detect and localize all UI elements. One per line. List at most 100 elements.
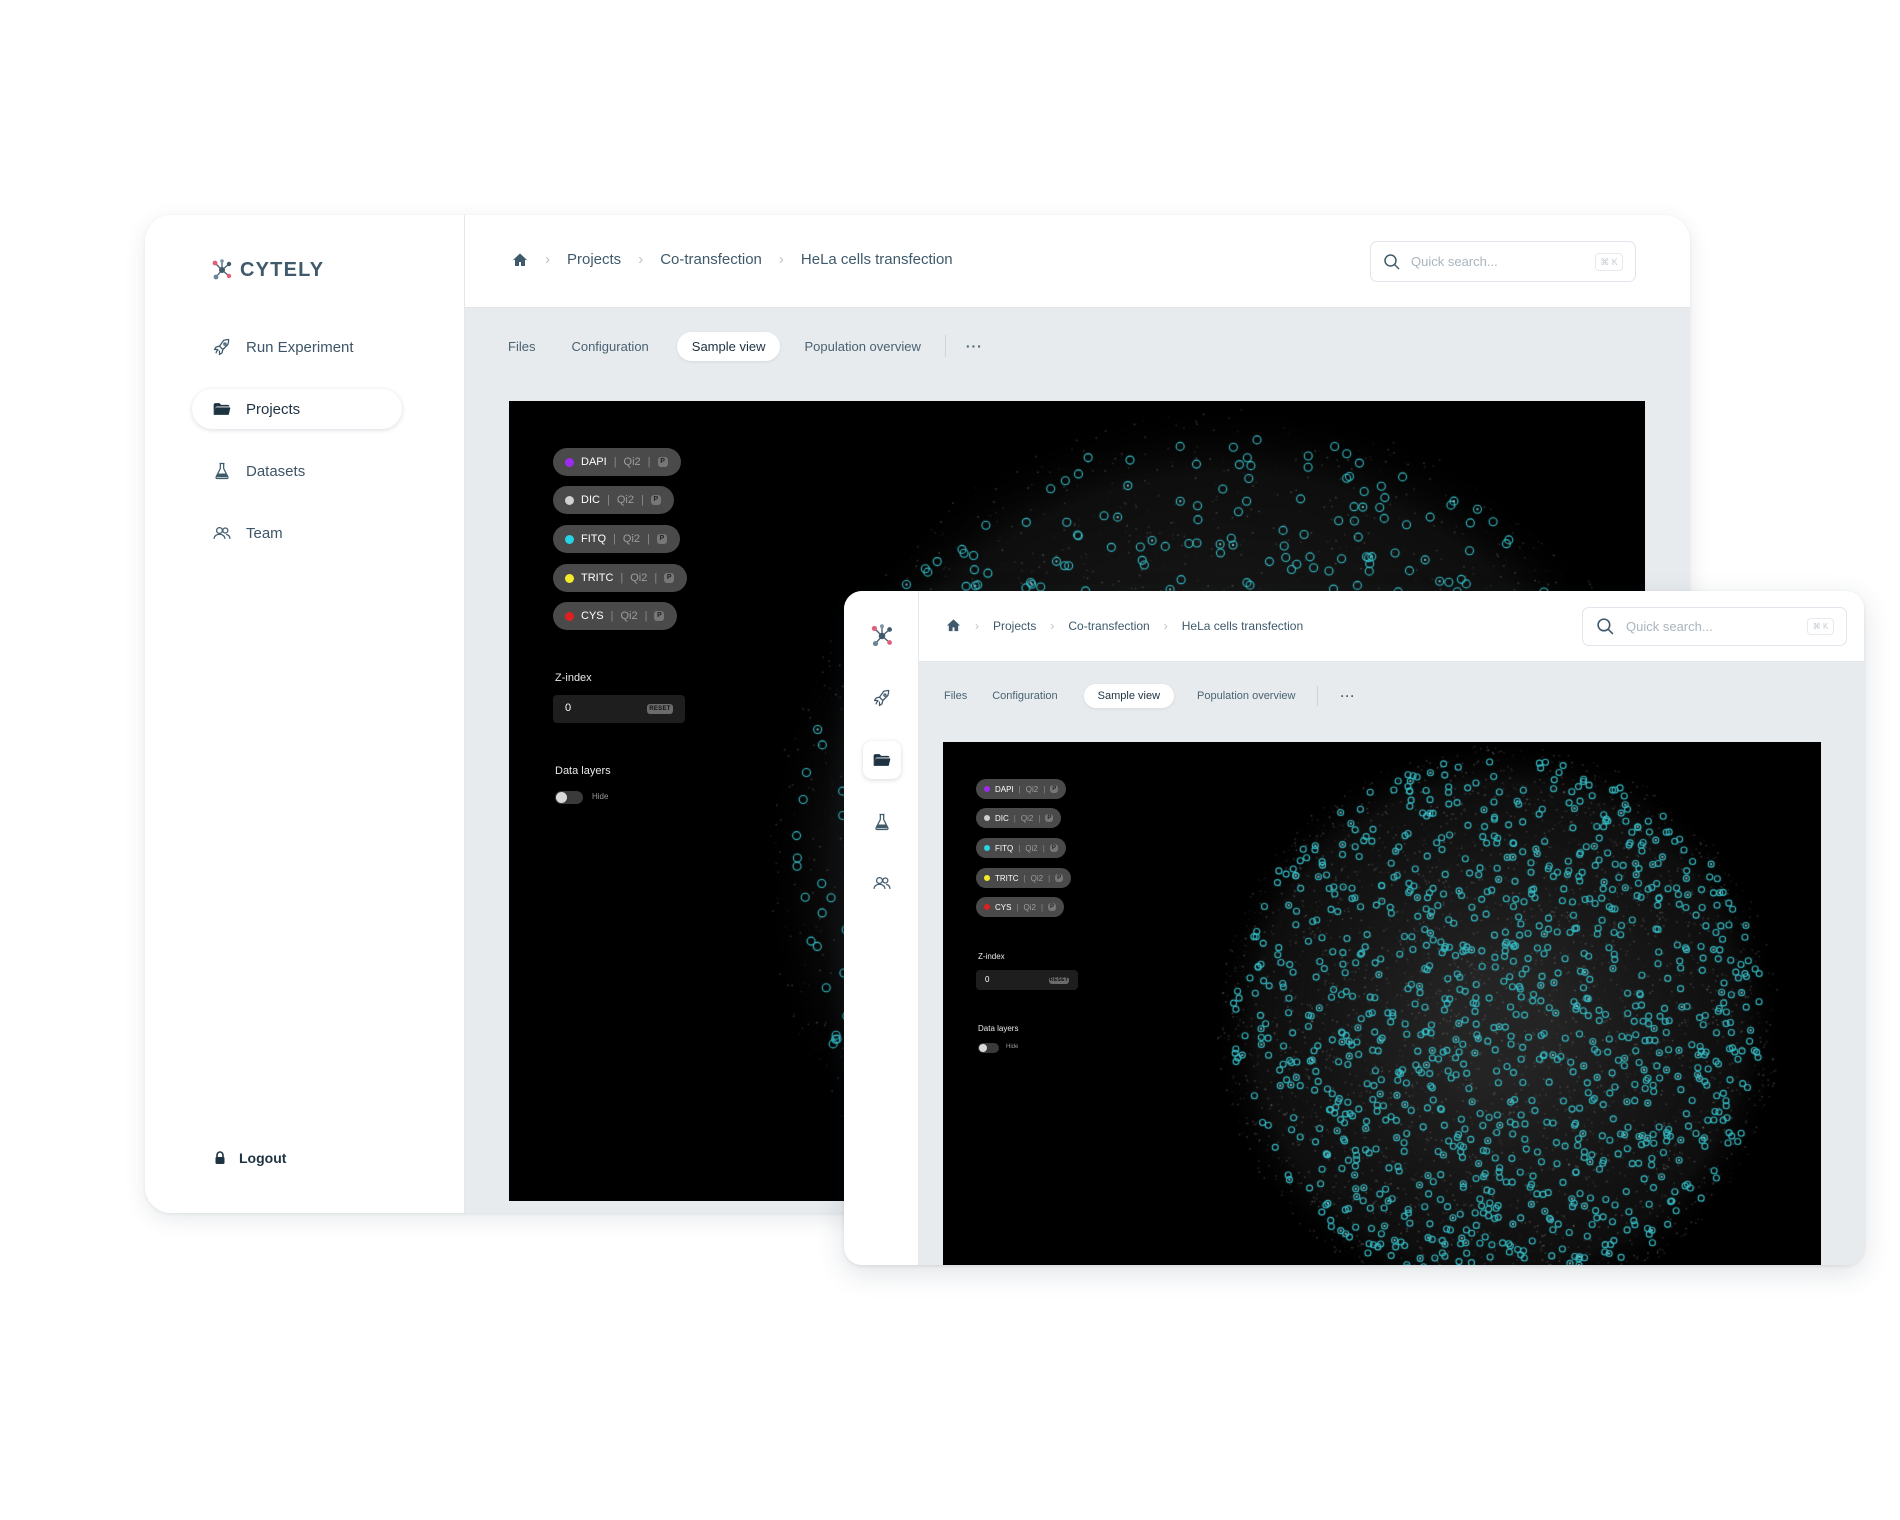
channel-name: DAPI [581, 456, 607, 468]
sidebar-item-run-experiment[interactable] [863, 679, 901, 717]
tab-configuration[interactable]: Configuration [992, 685, 1057, 707]
sidebar-nav: Run Experiment Projects Datasets Team [192, 327, 402, 575]
app-logo[interactable]: CYTELY [210, 258, 324, 282]
sidebar: CYTELY Run Experiment Projects Datasets … [145, 215, 465, 1213]
zindex-input[interactable]: 0 RESET [976, 970, 1078, 990]
tab-files[interactable]: Files [508, 333, 535, 360]
sidebar-item-datasets[interactable] [863, 803, 901, 841]
sidebar-item-projects[interactable] [863, 741, 901, 779]
search-placeholder: Quick search... [1626, 619, 1713, 634]
sample-viewer[interactable]: DAPI | Qi2 | P DIC | Qi2 | P FITQ | Qi2 | P [943, 742, 1821, 1265]
channel-p-button[interactable]: P [1049, 844, 1058, 852]
cytely-logo-icon [212, 259, 232, 280]
tab-sample-view[interactable]: Sample view [676, 331, 781, 361]
channel-chip-tritc[interactable]: TRITC | Qi2 | P [553, 564, 688, 592]
tab-bar: Files Configuration Sample view Populati… [508, 331, 983, 361]
channel-p-button[interactable]: P [650, 495, 661, 505]
users-icon [873, 876, 891, 889]
zindex-reset-button[interactable]: RESET [647, 704, 673, 714]
sidebar-item-projects[interactable]: Projects [192, 389, 402, 429]
breadcrumb-hela-cells[interactable]: HeLa cells transfection [801, 251, 953, 268]
channel-meta: Qi2 [622, 533, 641, 545]
sidebar-item-label: Run Experiment [246, 338, 354, 356]
channel-chip-cys[interactable]: CYS | Qi2 | P [976, 897, 1065, 917]
app-logo[interactable] [863, 617, 901, 655]
sidebar-item-label: Datasets [246, 462, 306, 480]
sidebar-item-datasets[interactable]: Datasets [192, 451, 402, 491]
channel-chip-dic[interactable]: DIC | Qi2 | P [553, 486, 674, 514]
data-layers-toggle[interactable] [978, 1043, 999, 1053]
channel-p-button[interactable]: P [657, 457, 668, 467]
chevron-right-icon: › [1163, 618, 1168, 633]
more-options-icon[interactable]: ··· [966, 338, 983, 354]
search-shortcut: ⌘ K [1595, 253, 1623, 271]
channel-name: FITQ [995, 843, 1014, 853]
microscopy-image[interactable] [943, 742, 1821, 1265]
channel-color-dot [984, 904, 990, 910]
breadcrumb-hela-cells[interactable]: HeLa cells transfection [1182, 619, 1303, 633]
channel-name: FITQ [581, 533, 607, 545]
channel-meta: Qi2 [630, 572, 648, 584]
more-options-icon[interactable]: ··· [1340, 689, 1355, 703]
flask-icon [215, 462, 229, 480]
cytely-logo-icon [871, 624, 892, 647]
tab-population-overview[interactable]: Population overview [1197, 685, 1295, 707]
chevron-right-icon: › [778, 251, 784, 268]
channel-p-button[interactable]: P [1045, 814, 1054, 822]
lock-icon [215, 1151, 225, 1164]
channel-color-dot [984, 786, 990, 792]
channel-chip-fitq[interactable]: FITQ | Qi2 | P [976, 838, 1066, 858]
tab-configuration[interactable]: Configuration [571, 333, 648, 360]
tab-sample-view[interactable]: Sample view [1083, 684, 1175, 708]
breadcrumb-co-transfection[interactable]: Co-transfection [1068, 619, 1149, 633]
channel-chip-fitq[interactable]: FITQ | Qi2 | P [553, 525, 680, 553]
channel-p-button[interactable]: P [654, 611, 665, 621]
breadcrumb-projects[interactable]: Projects [567, 251, 621, 268]
channel-chip-dapi[interactable]: DAPI | Qi2 | P [976, 779, 1067, 799]
channel-meta: Qi2 [1023, 902, 1036, 912]
channel-color-dot [565, 457, 574, 467]
channel-chip-cys[interactable]: CYS | Qi2 | P [553, 602, 678, 630]
channel-chip-dapi[interactable]: DAPI | Qi2 | P [553, 448, 681, 476]
chevron-right-icon: › [545, 251, 550, 268]
breadcrumb-co-transfection[interactable]: Co-transfection [660, 251, 762, 268]
search-input[interactable]: Quick search... ⌘ K [1370, 241, 1636, 282]
breadcrumb: › Projects › Co-transfection › HeLa cell… [512, 251, 953, 268]
search-input[interactable]: Quick search... ⌘ K [1582, 607, 1847, 646]
channel-chip-tritc[interactable]: TRITC | Qi2 | P [976, 868, 1072, 888]
tab-bar: Files Configuration Sample view Populati… [944, 683, 1355, 709]
sidebar-item-label: Team [246, 524, 283, 542]
toggle-knob [979, 1044, 987, 1052]
channel-color-dot [565, 611, 574, 621]
tab-files[interactable]: Files [944, 685, 967, 707]
data-layers-label: Data layers [978, 1024, 1019, 1033]
tab-divider [1317, 686, 1319, 706]
channel-meta: Qi2 [1020, 813, 1034, 823]
channel-p-button[interactable]: P [1055, 874, 1064, 882]
breadcrumb-projects[interactable]: Projects [993, 619, 1036, 633]
zindex-input[interactable]: 0 RESET [553, 695, 685, 723]
zindex-label: Z-index [978, 952, 1005, 961]
zindex-value: 0 [565, 702, 572, 714]
logout-button[interactable]: Logout [213, 1150, 286, 1166]
channel-chip-dic[interactable]: DIC | Qi2 | P [976, 808, 1062, 828]
home-icon[interactable] [512, 252, 528, 268]
search-shortcut: ⌘ K [1807, 618, 1834, 635]
channel-p-button[interactable]: P [1050, 785, 1059, 793]
sidebar-item-run-experiment[interactable]: Run Experiment [192, 327, 402, 367]
channel-p-button[interactable]: P [664, 573, 675, 583]
channel-color-dot [565, 495, 574, 505]
home-icon[interactable] [946, 618, 961, 633]
toggle-knob [556, 792, 567, 803]
sidebar-item-team[interactable]: Team [192, 513, 402, 553]
tab-population-overview[interactable]: Population overview [804, 333, 920, 360]
channel-p-button[interactable]: P [1048, 903, 1057, 911]
sidebar-item-team[interactable] [863, 864, 901, 902]
channel-name: DIC [581, 494, 600, 506]
top-bar: › Projects › Co-transfection › HeLa cell… [919, 591, 1864, 662]
channel-p-button[interactable]: P [656, 534, 667, 544]
data-layers-toggle[interactable] [555, 791, 583, 804]
channel-color-dot [565, 573, 574, 583]
tab-divider [944, 335, 946, 357]
zindex-reset-button[interactable]: RESET [1049, 977, 1069, 984]
